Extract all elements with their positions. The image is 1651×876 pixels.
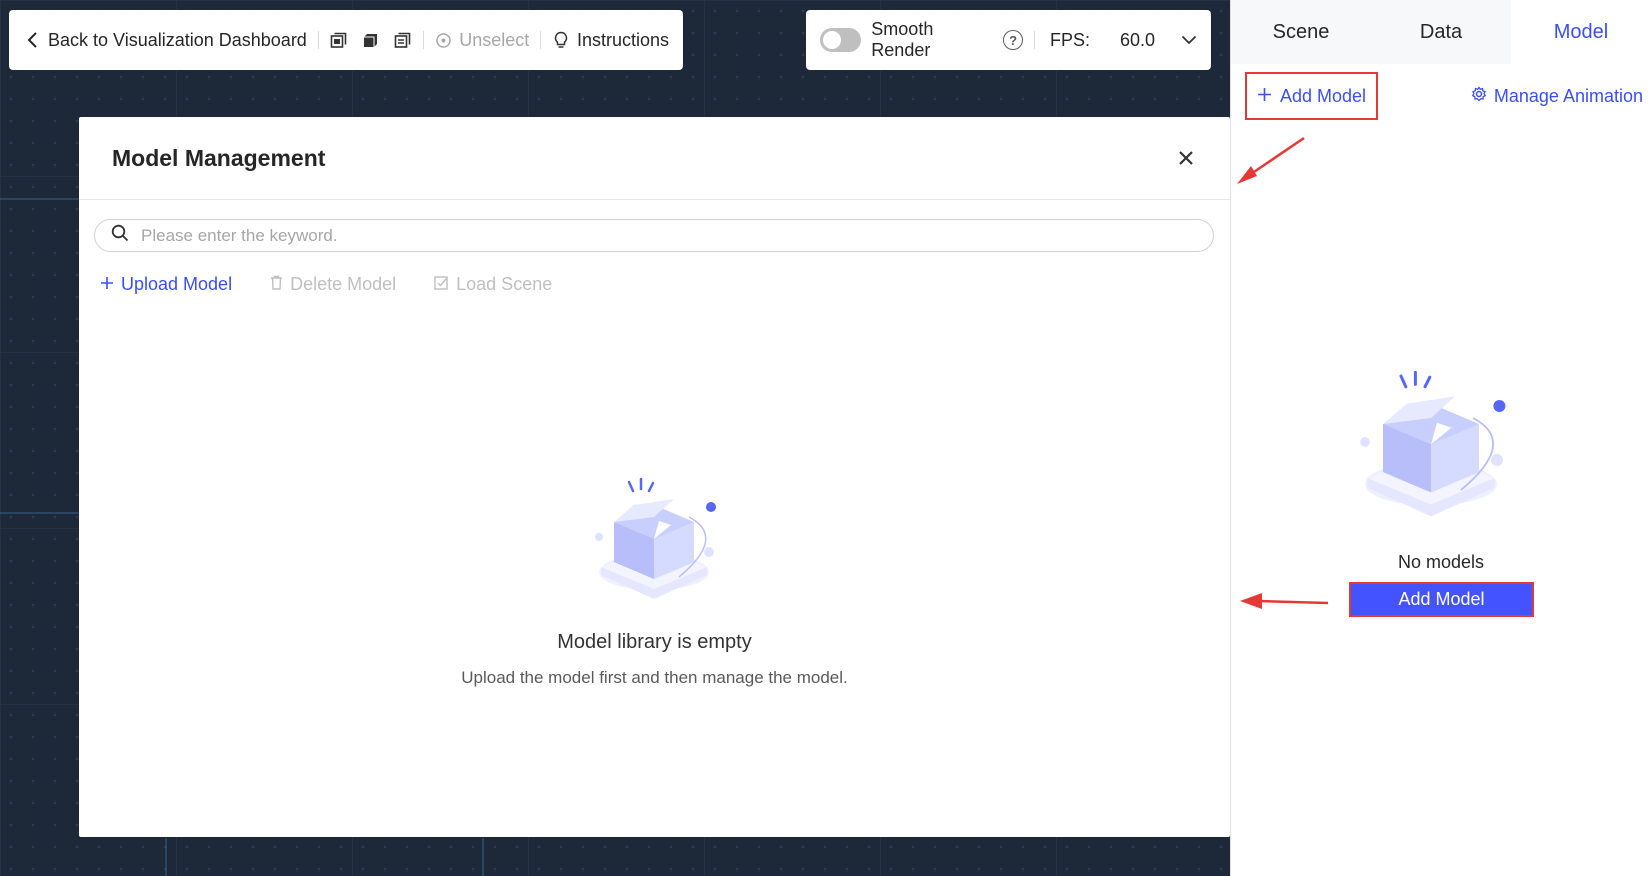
search-input[interactable] — [141, 225, 1141, 246]
plus-icon — [100, 274, 114, 295]
solid-cube-icon[interactable] — [362, 31, 380, 49]
lightbulb-icon — [552, 31, 570, 49]
fps-label: FPS: — [1049, 29, 1090, 50]
gear-icon — [1471, 85, 1487, 107]
canvas-grid-line — [0, 198, 80, 200]
canvas-grid-line — [0, 512, 80, 514]
empty-state-subtitle: Upload the model first and then manage t… — [461, 668, 848, 687]
no-models-text: No models — [1397, 552, 1485, 572]
instructions-button[interactable]: Instructions — [552, 30, 669, 51]
empty-box-illustration — [589, 477, 719, 607]
back-button[interactable]: Back to Visualization Dashboard — [23, 30, 307, 51]
properties-panel: Scene Data Model Add Model Manage Animat… — [1230, 0, 1651, 876]
delete-model-label: Delete Model — [290, 274, 397, 294]
search-icon — [111, 224, 129, 247]
smooth-render-label: Smooth Render — [871, 19, 934, 60]
back-label: Back to Visualization Dashboard — [48, 29, 307, 50]
chevron-left-icon — [23, 31, 41, 49]
smooth-render-toggle[interactable] — [820, 28, 862, 52]
help-icon[interactable]: ? — [1003, 30, 1023, 50]
load-scene-button[interactable]: Load Scene — [434, 274, 552, 295]
fps-value: 60.0 — [1119, 29, 1156, 50]
close-icon[interactable] — [1175, 147, 1197, 169]
unselect-icon — [434, 31, 452, 49]
tab-scene[interactable]: Scene — [1231, 0, 1371, 64]
view-toolbar: Back to Visualization Dashboard Unselect… — [9, 10, 683, 70]
empty-box-illustration — [1351, 370, 1511, 525]
divider — [317, 31, 319, 49]
dialog-actions: Upload Model Delete Model Load Scene — [100, 274, 552, 295]
delete-model-button[interactable]: Delete Model — [270, 274, 396, 295]
add-model-link[interactable]: Add Model — [1245, 72, 1379, 120]
canvas-grid-line — [482, 838, 484, 876]
panel-tabs: Scene Data Model — [1231, 0, 1651, 64]
manage-animation-label: Manage Animation — [1493, 85, 1643, 106]
dialog-header: Model Management — [79, 117, 1230, 200]
search-field — [94, 219, 1214, 252]
divider — [540, 31, 541, 49]
tab-data[interactable]: Data — [1371, 0, 1511, 64]
add-model-link-label: Add Model — [1280, 85, 1367, 106]
front-view-icon[interactable] — [330, 31, 348, 49]
load-scene-label: Load Scene — [456, 274, 553, 294]
canvas-grid-line — [165, 838, 167, 876]
model-actions: Add Model Manage Animation — [1245, 72, 1643, 120]
plus-icon — [1257, 86, 1272, 107]
divider — [1033, 31, 1035, 49]
manage-animation-link[interactable]: Manage Animation — [1471, 86, 1643, 107]
load-scene-icon — [434, 274, 449, 295]
unselect-button[interactable]: Unselect — [434, 30, 529, 51]
upload-model-label: Upload Model — [121, 274, 233, 294]
tab-model[interactable]: Model — [1511, 0, 1651, 64]
render-toolbar: Smooth Render ? FPS: 60.0 — [806, 10, 1211, 70]
add-model-button[interactable]: Add Model — [1349, 582, 1534, 617]
chevron-down-icon[interactable] — [1181, 35, 1197, 45]
model-management-dialog: Model Management Upload Model Delete Mod… — [79, 117, 1230, 837]
trash-icon — [270, 274, 283, 295]
divider — [422, 31, 424, 49]
empty-state-title: Model library is empty — [557, 631, 752, 653]
dialog-title: Model Management — [112, 144, 326, 171]
unselect-label: Unselect — [459, 29, 530, 50]
instructions-label: Instructions — [576, 29, 670, 50]
layers-view-icon[interactable] — [394, 31, 412, 49]
upload-model-button[interactable]: Upload Model — [100, 274, 232, 295]
